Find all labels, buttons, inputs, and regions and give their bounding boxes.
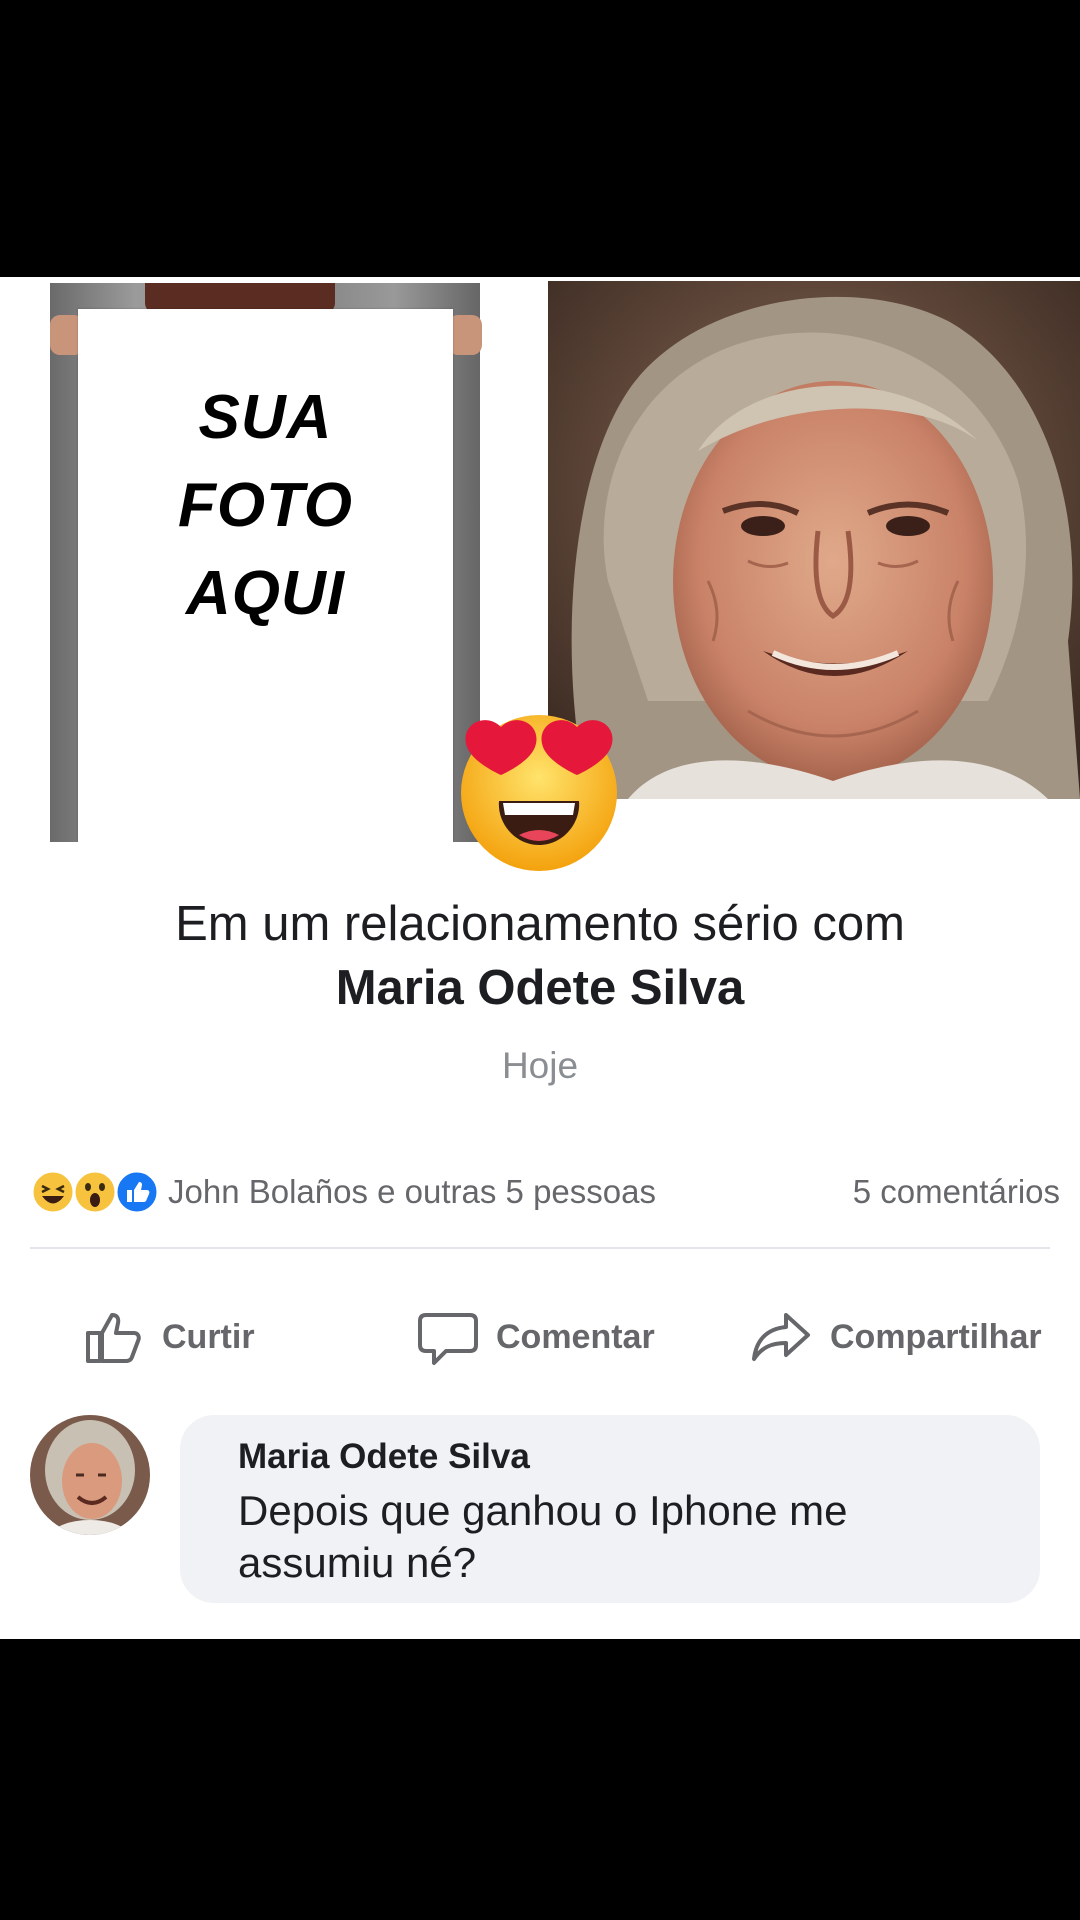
divider — [30, 1247, 1050, 1249]
photo-placeholder-sign: SUA FOTO AQUI — [78, 309, 453, 842]
sign-line-2: FOTO — [177, 470, 354, 540]
comment-bubble[interactable]: Maria Odete Silva Depois que ganhou o Ip… — [180, 1415, 1040, 1603]
comment-button[interactable]: Comentar — [416, 1292, 655, 1382]
relationship-date: Hoje — [501, 1045, 579, 1086]
comment-label: Comentar — [496, 1317, 655, 1356]
reaction-icons[interactable] — [30, 1169, 160, 1215]
post-actions: Curtir Comentar Compartilhar — [0, 1292, 1080, 1382]
like-button[interactable]: Curtir — [82, 1292, 255, 1382]
reactions-people[interactable]: John Bolaños e outras 5 pessoas — [168, 1173, 853, 1211]
wow-icon — [72, 1169, 118, 1215]
relationship-text: Em um relacionamento sério com — [175, 897, 905, 951]
elderly-woman-portrait — [548, 281, 1080, 799]
partner-name[interactable]: Maria Odete Silva — [0, 956, 1080, 1020]
avatar[interactable] — [30, 1415, 150, 1535]
sign-line-1: SUA — [198, 382, 333, 452]
relationship-status: Em um relacionamento sério com Maria Ode… — [0, 892, 1080, 1020]
comment-author[interactable]: Maria Odete Silva — [238, 1437, 530, 1477]
thumbs-up-icon — [86, 1313, 141, 1363]
heart-eyes-emoji-icon — [455, 705, 623, 873]
reactions-bar[interactable]: John Bolaños e outras 5 pessoas 5 coment… — [30, 1162, 1060, 1222]
right-hand — [448, 315, 482, 355]
haha-icon — [30, 1169, 76, 1215]
share-icon — [752, 1313, 810, 1361]
like-icon — [114, 1169, 160, 1215]
like-label: Curtir — [162, 1317, 255, 1356]
comment-icon — [418, 1313, 478, 1365]
comments-count[interactable]: 5 comentários — [853, 1173, 1060, 1211]
relationship-post: SUA FOTO AQUI Em um relacionamento sério… — [0, 277, 1080, 1639]
share-label: Compartilhar — [830, 1317, 1042, 1356]
photo-collage: SUA FOTO AQUI — [0, 277, 1080, 871]
comment-text: Depois que ganhou o Iphone me assumiu né… — [238, 1487, 848, 1586]
partner-photo[interactable] — [548, 281, 1080, 799]
comment-item: Maria Odete Silva Depois que ganhou o Ip… — [30, 1415, 1050, 1615]
sign-line-3: AQUI — [186, 558, 345, 628]
share-button[interactable]: Compartilhar — [750, 1292, 1042, 1382]
